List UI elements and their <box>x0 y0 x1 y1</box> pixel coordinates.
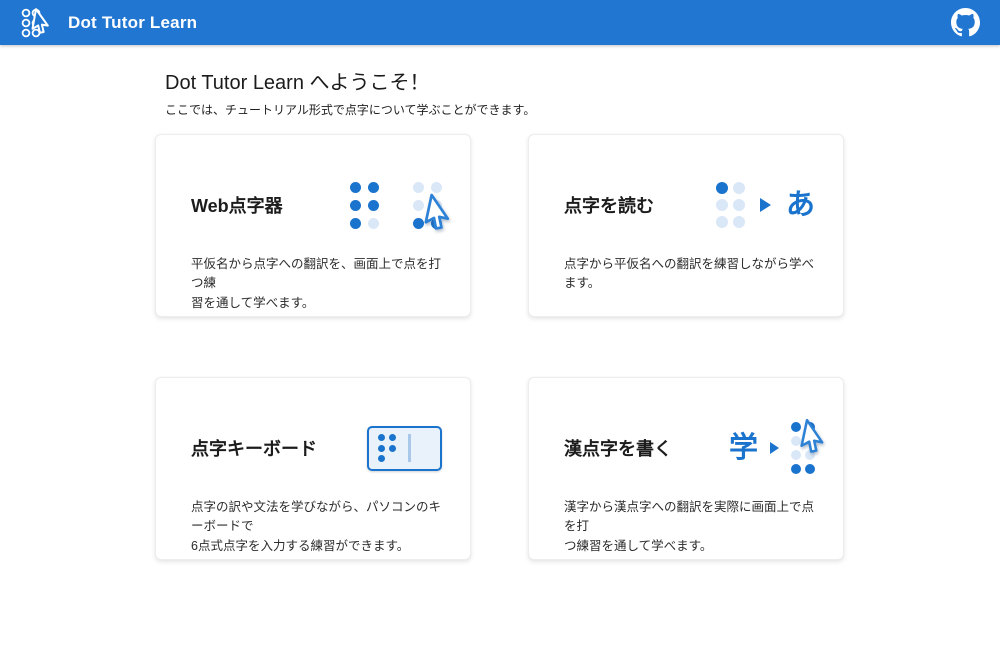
braille-cell <box>716 182 745 228</box>
github-link[interactable] <box>951 8 980 37</box>
card-head: Web点字器 <box>191 177 442 233</box>
braille-dot <box>413 182 424 193</box>
braille-dot <box>716 182 728 194</box>
braille-keyboard-icon <box>367 426 442 471</box>
braille-slate-cursor-icon <box>350 182 442 229</box>
braille-dot <box>350 218 361 229</box>
braille-dot <box>378 445 385 452</box>
app-title: Dot Tutor Learn <box>68 13 197 33</box>
card-head: 点字キーボード <box>191 420 442 476</box>
cursor-arrow-icon <box>422 195 455 234</box>
card-title: 点字を読む <box>564 192 654 218</box>
braille-dot <box>733 216 745 228</box>
braille-cursor-logo-icon <box>20 7 56 39</box>
braille-dot <box>368 182 379 193</box>
cursor-arrow-icon <box>798 420 829 457</box>
braille-dot <box>805 464 815 474</box>
braille-dot <box>716 199 728 211</box>
card-head: 点字を読む あ <box>564 177 815 233</box>
card-title: 漢点字を書く <box>564 435 672 461</box>
braille-dot <box>368 200 379 211</box>
card-description: 点字の訳や文法を学びながら、パソコンのキーボードで 6点式点字を入力する練習がで… <box>191 498 442 556</box>
braille-dot <box>733 182 745 194</box>
arrow-right-icon <box>770 442 779 454</box>
braille-dot <box>389 434 396 441</box>
welcome-subheading: ここでは、チュートリアル形式で点字について学ぶことができます。 <box>165 101 845 118</box>
braille-dot <box>350 200 361 211</box>
card-title: Web点字器 <box>191 192 283 218</box>
braille-dot <box>378 434 385 441</box>
card-head: 漢点字を書く 学 <box>564 420 815 476</box>
braille-dot <box>389 455 396 462</box>
card-description: 平仮名から点字への翻訳を、画面上で点を打つ練 習を通して学べます。 <box>191 255 442 313</box>
github-icon <box>951 8 980 37</box>
arrow-right-icon <box>760 198 771 212</box>
braille-dot <box>791 464 801 474</box>
braille-cell-wrap <box>350 182 379 229</box>
braille-to-hiragana-icon: あ <box>716 182 815 228</box>
text-caret <box>408 434 411 462</box>
main-content: Dot Tutor Learn へようこそ！ ここでは、チュートリアル形式で点字… <box>155 66 845 560</box>
keyboard-input-box <box>367 426 442 471</box>
braille-cell-wrap <box>413 182 442 229</box>
braille-dot <box>378 455 385 462</box>
card-description: 漢字から漢点字への翻訳を実際に画面上で点を打 つ練習を通して学べます。 <box>564 498 815 556</box>
card-braille-keyboard[interactable]: 点字キーボード 点字の訳や文法を学びながら、パソコンのキーボードで 6点式点字を… <box>155 377 471 560</box>
card-title: 点字キーボード <box>191 435 317 461</box>
braille-dot <box>389 445 396 452</box>
kanji-kana-char: あ <box>786 191 815 220</box>
kanji-to-braille-cursor-icon: 学 <box>729 422 815 474</box>
braille-dot <box>733 199 745 211</box>
braille-cell-wrap <box>791 422 815 474</box>
card-description: 点字から平仮名への翻訳を練習しながら学べます。 <box>564 255 815 294</box>
braille-dot <box>368 218 379 229</box>
braille-cell <box>378 434 396 462</box>
braille-dot <box>431 182 442 193</box>
braille-cell-wrap <box>716 182 745 228</box>
braille-dot <box>350 182 361 193</box>
card-web-braille-slate[interactable]: Web点字器 平仮名から点字への翻訳を、画面上で点を打つ練 習を通して学べます。 <box>155 134 471 317</box>
braille-dot <box>716 216 728 228</box>
braille-cell <box>350 182 379 229</box>
app-header: Dot Tutor Learn <box>0 0 1000 45</box>
tutorial-card-grid: Web点字器 平仮名から点字への翻訳を、画面上で点を打つ練 習を通して学べます。… <box>155 134 845 560</box>
card-read-braille[interactable]: 点字を読む あ 点字から平仮名への翻訳を練習しながら学べます。 <box>528 134 844 317</box>
kanji-kana-char: 学 <box>729 434 758 463</box>
welcome-heading: Dot Tutor Learn へようこそ！ <box>165 66 845 95</box>
card-write-kanji-braille[interactable]: 漢点字を書く 学 漢字から漢点字への翻訳を実際に画面上で点を打 つ練習を通して学… <box>528 377 844 560</box>
